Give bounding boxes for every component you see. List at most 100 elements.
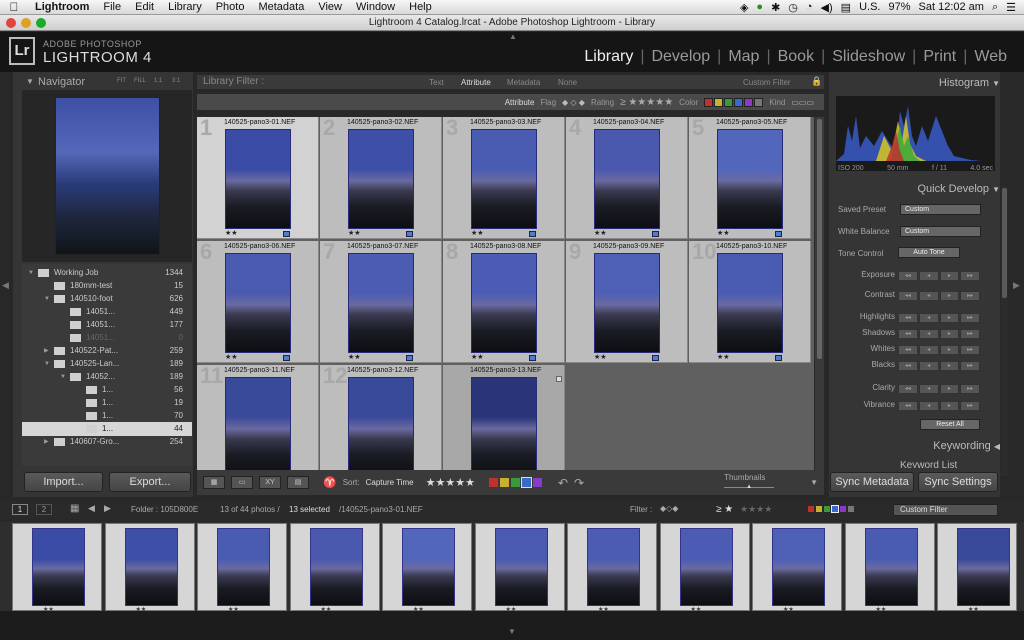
export-button[interactable]: Export... xyxy=(109,472,191,492)
photo-thumbnail[interactable] xyxy=(471,129,537,229)
slider-buttons[interactable]: ◂◂ ◂ ▸ ▸▸ xyxy=(898,291,980,301)
step-button[interactable]: ◂◂ xyxy=(898,271,918,281)
menu-view[interactable]: View xyxy=(311,1,349,13)
zoom-icon[interactable] xyxy=(36,18,46,28)
color-chip[interactable] xyxy=(724,97,734,107)
module-print[interactable]: Print xyxy=(916,48,963,66)
slider-buttons[interactable]: ◂◂ ◂ ▸ ▸▸ xyxy=(898,361,980,371)
filmstrip-thumbnail[interactable] xyxy=(124,528,178,606)
step-button[interactable]: ◂ xyxy=(918,329,939,339)
page1-button[interactable]: 1 xyxy=(12,504,28,515)
cell-rating[interactable]: ★★ xyxy=(594,353,607,361)
filmstrip-cell[interactable]: ★★ xyxy=(382,523,472,613)
quick-collection-icon[interactable] xyxy=(556,376,562,382)
cell-rating[interactable]: ★★ xyxy=(225,229,238,237)
step-button[interactable]: ▸ xyxy=(939,361,960,371)
rotate-left-icon[interactable]: ↶ xyxy=(558,476,568,490)
step-button[interactable]: ◂◂ xyxy=(898,291,918,301)
cell-rating[interactable]: ★★ xyxy=(717,353,730,361)
filmstrip-thumbnail[interactable] xyxy=(679,528,733,606)
strip-rating-stars[interactable]: ★★★★ xyxy=(740,504,772,515)
disclosure-icon[interactable] xyxy=(60,331,70,345)
compare-view-icon[interactable]: XY xyxy=(259,476,281,489)
color-label-badge[interactable] xyxy=(775,231,782,237)
cell-rating[interactable]: ★★ xyxy=(594,229,607,237)
step-button[interactable]: ▸▸ xyxy=(960,313,980,323)
saved-preset-select[interactable]: Custom xyxy=(900,204,981,215)
strip-rating-filter[interactable]: ≥ ★ xyxy=(716,504,733,515)
cell-rating[interactable]: ★★ xyxy=(348,353,361,361)
photo-thumbnail[interactable] xyxy=(348,253,414,353)
module-slideshow[interactable]: Slideshow xyxy=(825,48,912,66)
keywording-expand-icon[interactable]: ◀ xyxy=(994,442,1000,451)
folder-row[interactable]: 14051... 177 xyxy=(22,318,192,332)
photo-thumbnail[interactable] xyxy=(225,129,291,229)
folder-row[interactable]: 14051... 449 xyxy=(22,305,192,319)
thumbnail-slider-knob[interactable]: ▲ xyxy=(746,484,752,490)
module-web[interactable]: Web xyxy=(967,48,1014,66)
bottom-panel-toggle-icon[interactable]: ▼ xyxy=(508,627,516,636)
histogram-graph[interactable] xyxy=(836,96,995,171)
step-button[interactable]: ◂◂ xyxy=(898,345,918,355)
cell-rating[interactable]: ★★ xyxy=(348,229,361,237)
filmstrip-cell[interactable]: ★★ xyxy=(844,523,935,613)
photo-thumbnail[interactable] xyxy=(471,377,537,477)
rating-stars[interactable]: ≥ ★★★★★ xyxy=(620,97,673,108)
menu-metadata[interactable]: Metadata xyxy=(251,1,311,13)
slider-buttons[interactable]: ◂◂ ◂ ▸ ▸▸ xyxy=(898,401,980,411)
sort-value[interactable]: Capture Time xyxy=(366,478,414,487)
slider-buttons[interactable]: ◂◂ ◂ ▸ ▸▸ xyxy=(898,345,980,355)
grid-cell[interactable]: 9 140525-pano3-09.NEF ★★ xyxy=(566,239,688,363)
clock-label[interactable]: Sat 12:02 am xyxy=(919,1,984,13)
grid-cell[interactable]: 10 140525-pano3-10.NEF ★★ xyxy=(689,239,811,363)
back-arrow-icon[interactable]: ◀ xyxy=(88,503,95,514)
quickdevelop-header[interactable]: Quick Develop ▼ xyxy=(917,183,1000,195)
folder-row[interactable]: ▼ 140510-foot 626 xyxy=(22,292,192,306)
filter-tab-metadata[interactable]: Metadata xyxy=(507,78,540,87)
photo-thumbnail[interactable] xyxy=(348,129,414,229)
folder-row[interactable]: 14051... 0 xyxy=(22,331,192,345)
step-button[interactable]: ◂ xyxy=(918,271,939,281)
filmstrip-cell[interactable]: ★★ xyxy=(937,523,1017,613)
navigator-header[interactable]: ▼ Navigator FIT FILL 1:1 3:1 xyxy=(22,76,192,90)
color-label-badge[interactable] xyxy=(529,231,536,237)
module-library[interactable]: Library xyxy=(577,48,640,66)
disclosure-icon[interactable]: ▼ xyxy=(60,370,70,384)
step-button[interactable]: ▸▸ xyxy=(960,271,980,281)
filmstrip-thumbnail[interactable] xyxy=(309,528,363,606)
grid-cell[interactable]: 12 140525-pano3-12.NEF xyxy=(320,363,442,487)
disclosure-icon[interactable] xyxy=(60,318,70,332)
color-chip[interactable] xyxy=(744,97,754,107)
color-chip[interactable] xyxy=(714,97,724,107)
grid-view-icon[interactable]: ▦ xyxy=(203,476,225,489)
filmstrip-cell[interactable]: ★★ xyxy=(659,523,750,613)
keyword-list-header[interactable]: Keyword List xyxy=(900,460,995,468)
grid-scrollbar[interactable] xyxy=(815,117,824,491)
step-button[interactable]: ◂ xyxy=(918,384,939,394)
filmstrip-thumbnail[interactable] xyxy=(587,528,640,606)
color-chip[interactable] xyxy=(704,97,714,107)
photo-thumbnail[interactable] xyxy=(717,253,783,353)
color-label-badge[interactable] xyxy=(652,231,659,237)
disclosure-icon[interactable] xyxy=(76,396,86,410)
filter-tab-attribute[interactable]: Attribute xyxy=(461,78,491,87)
disclosure-icon[interactable]: ▶ xyxy=(44,344,54,358)
grid-cell[interactable]: 2 140525-pano3-02.NEF ★★ xyxy=(320,115,442,239)
filmstrip-thumbnail[interactable] xyxy=(494,528,548,606)
cell-rating[interactable]: ★★ xyxy=(225,353,238,361)
filmstrip-cell[interactable]: ★★ xyxy=(12,523,102,613)
disclosure-icon[interactable] xyxy=(44,279,54,293)
histogram-collapse-icon[interactable]: ▼ xyxy=(992,79,1000,88)
grid-cell[interactable]: 4 140525-pano3-04.NEF ★★ xyxy=(566,115,688,239)
timemachine-icon[interactable]: ◷ xyxy=(788,1,798,14)
filmstrip-cell[interactable]: ★★ xyxy=(474,523,565,613)
zoom-fit[interactable]: FIT xyxy=(117,78,126,84)
disclosure-icon[interactable] xyxy=(76,422,86,436)
minimize-icon[interactable] xyxy=(21,18,31,28)
grid-cell[interactable]: 6 140525-pano3-06.NEF ★★ xyxy=(197,239,319,363)
forward-arrow-icon[interactable]: ▶ xyxy=(104,503,111,514)
filter-tab-none[interactable]: None xyxy=(558,78,577,87)
filmstrip-thumbnail[interactable] xyxy=(957,528,1010,606)
module-book[interactable]: Book xyxy=(771,48,821,66)
grid-cell[interactable]: 7 140525-pano3-07.NEF ★★ xyxy=(320,239,442,363)
